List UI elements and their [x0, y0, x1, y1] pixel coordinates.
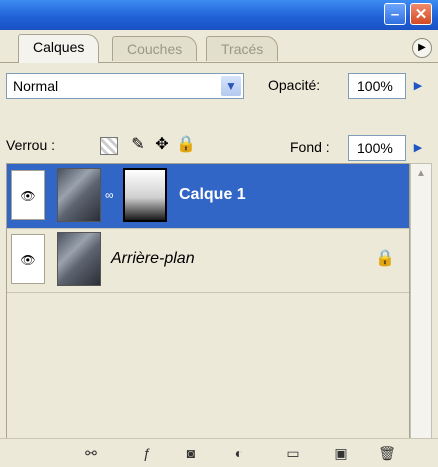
- layer-name[interactable]: Arrière-plan: [111, 250, 195, 268]
- add-mask-icon[interactable]: ◙: [180, 444, 202, 462]
- link-layers-icon[interactable]: ⚯: [78, 444, 104, 462]
- tab-traces[interactable]: Tracés: [206, 36, 279, 61]
- fill-label: Fond :: [290, 139, 330, 155]
- opacity-field[interactable]: 100%: [348, 73, 406, 99]
- lock-position-icon[interactable]: ✥: [152, 135, 172, 155]
- adjustment-layer-icon[interactable]: ◐: [228, 444, 250, 462]
- mask-link-icon[interactable]: ∞: [105, 188, 114, 202]
- layer-thumbnail[interactable]: [57, 168, 101, 222]
- lock-icon: 🔒: [375, 250, 395, 267]
- layers-scrollbar[interactable]: ▲ ▼: [410, 163, 432, 463]
- eye-icon[interactable]: 👁: [11, 170, 45, 220]
- close-button[interactable]: ✕: [410, 3, 432, 25]
- tab-bar: Calques Couches Tracés ▶: [0, 30, 438, 63]
- tab-calques[interactable]: Calques: [18, 34, 100, 63]
- layer-row-calque-1[interactable]: 👁 ∞ Calque 1: [7, 164, 409, 229]
- opacity-label: Opacité:: [268, 77, 321, 93]
- scroll-up-icon[interactable]: ▲: [411, 164, 431, 184]
- eye-icon[interactable]: 👁: [11, 234, 45, 284]
- blend-mode-select[interactable]: Normal ▼: [6, 73, 244, 99]
- layers-list: 👁 ∞ Calque 1 👁 Arrière-plan 🔒: [6, 163, 410, 463]
- layer-style-icon[interactable]: ƒ: [136, 444, 158, 462]
- new-group-icon[interactable]: ▭: [282, 444, 304, 462]
- tab-couches[interactable]: Couches: [112, 36, 198, 61]
- layers-bottom-toolbar: ⚯ ƒ ◙ ◐ ▭ ▣ 🗑: [0, 438, 438, 467]
- layer-mask-thumbnail[interactable]: [123, 168, 167, 222]
- lock-label: Verrou :: [6, 137, 56, 153]
- new-layer-icon[interactable]: ▣: [330, 444, 352, 462]
- layer-thumbnail[interactable]: [57, 232, 101, 286]
- layer-name[interactable]: Calque 1: [179, 186, 246, 204]
- delete-layer-icon[interactable]: 🗑: [376, 444, 398, 462]
- minimize-button[interactable]: –: [384, 3, 406, 25]
- layer-row-arriere-plan[interactable]: 👁 Arrière-plan 🔒: [7, 228, 409, 293]
- lock-image-icon[interactable]: ✎: [128, 135, 148, 155]
- opacity-slider-button[interactable]: ▶: [408, 73, 428, 99]
- window-titlebar: – ✕: [0, 0, 438, 30]
- layers-panel: Normal ▼ Opacité: 100% ▶ Verrou : ✎ ✥ 🔒 …: [0, 62, 438, 467]
- fill-field[interactable]: 100%: [348, 135, 406, 161]
- blend-mode-value: Normal: [13, 78, 59, 94]
- chevron-down-icon[interactable]: ▼: [221, 76, 241, 96]
- fill-slider-button[interactable]: ▶: [408, 135, 428, 161]
- lock-all-icon[interactable]: 🔒: [176, 135, 196, 155]
- panel-menu-button[interactable]: ▶: [412, 38, 432, 58]
- lock-transparent-icon[interactable]: [100, 137, 118, 155]
